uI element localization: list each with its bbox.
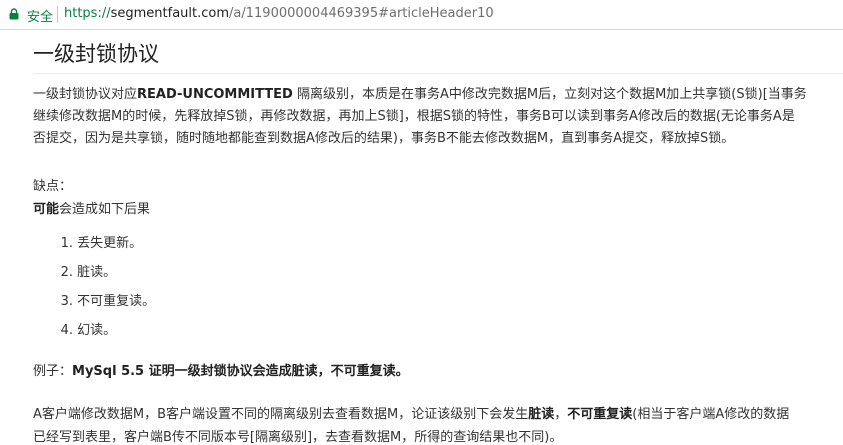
list-item: 2. 脏读。: [60, 265, 117, 280]
heading-divider: [33, 73, 843, 74]
url-text[interactable]: https://segmentfault.com/a/1190000004469…: [64, 6, 494, 21]
list-item: 4. 幻读。: [60, 323, 117, 338]
url-path: /a/1190000004469395#articleHeader10: [229, 6, 494, 21]
paragraph-line: 否提交，因为是共享锁，随时随地都能查到数据A修改后的结果)，事务B不能去修改数据…: [33, 131, 735, 146]
lock-icon: [9, 8, 19, 20]
example-line: 例子：MySql 5.5 证明一级封锁协议会造成脏读，不可重复读。: [33, 364, 409, 379]
url-host: segmentfault.com: [110, 6, 230, 21]
intro-paragraph: 一级封锁协议对应READ-UNCOMMITTED 隔离级别，本质是在事务A中修改…: [33, 84, 843, 150]
drawback-label: 缺点：: [33, 179, 73, 194]
list-item: 1. 丢失更新。: [60, 236, 143, 251]
demo-line-2: 已经写到表里，客户端B传不同版本号[隔离级别]，去查看数据M，所得的查询结果也不…: [33, 430, 563, 445]
url-scheme: https://: [64, 6, 111, 21]
possible-consequences: 可能会造成如下后果: [33, 202, 151, 217]
demo-line-1: A客户端修改数据M，B客户端设置不同的隔离级别去查看数据M，论证该级别下会发生脏…: [33, 407, 790, 422]
consequence-list: 1. 丢失更新。 2. 脏读。 3. 不可重复读。 4. 幻读。: [33, 235, 156, 351]
paragraph-line: 继续修改数据M的时候，先释放掉S锁，再修改数据，再加上S锁]，根据S锁的特性，事…: [33, 109, 795, 124]
address-bar[interactable]: 安全 https://segmentfault.com/a/1190000004…: [0, 0, 843, 30]
paragraph-line: 一级封锁协议对应READ-UNCOMMITTED 隔离级别，本质是在事务A中修改…: [33, 87, 807, 102]
address-separator: [57, 6, 58, 23]
secure-label[interactable]: 安全: [27, 6, 53, 25]
list-item: 3. 不可重复读。: [60, 294, 156, 309]
section-heading: 一级封锁协议: [33, 42, 159, 66]
